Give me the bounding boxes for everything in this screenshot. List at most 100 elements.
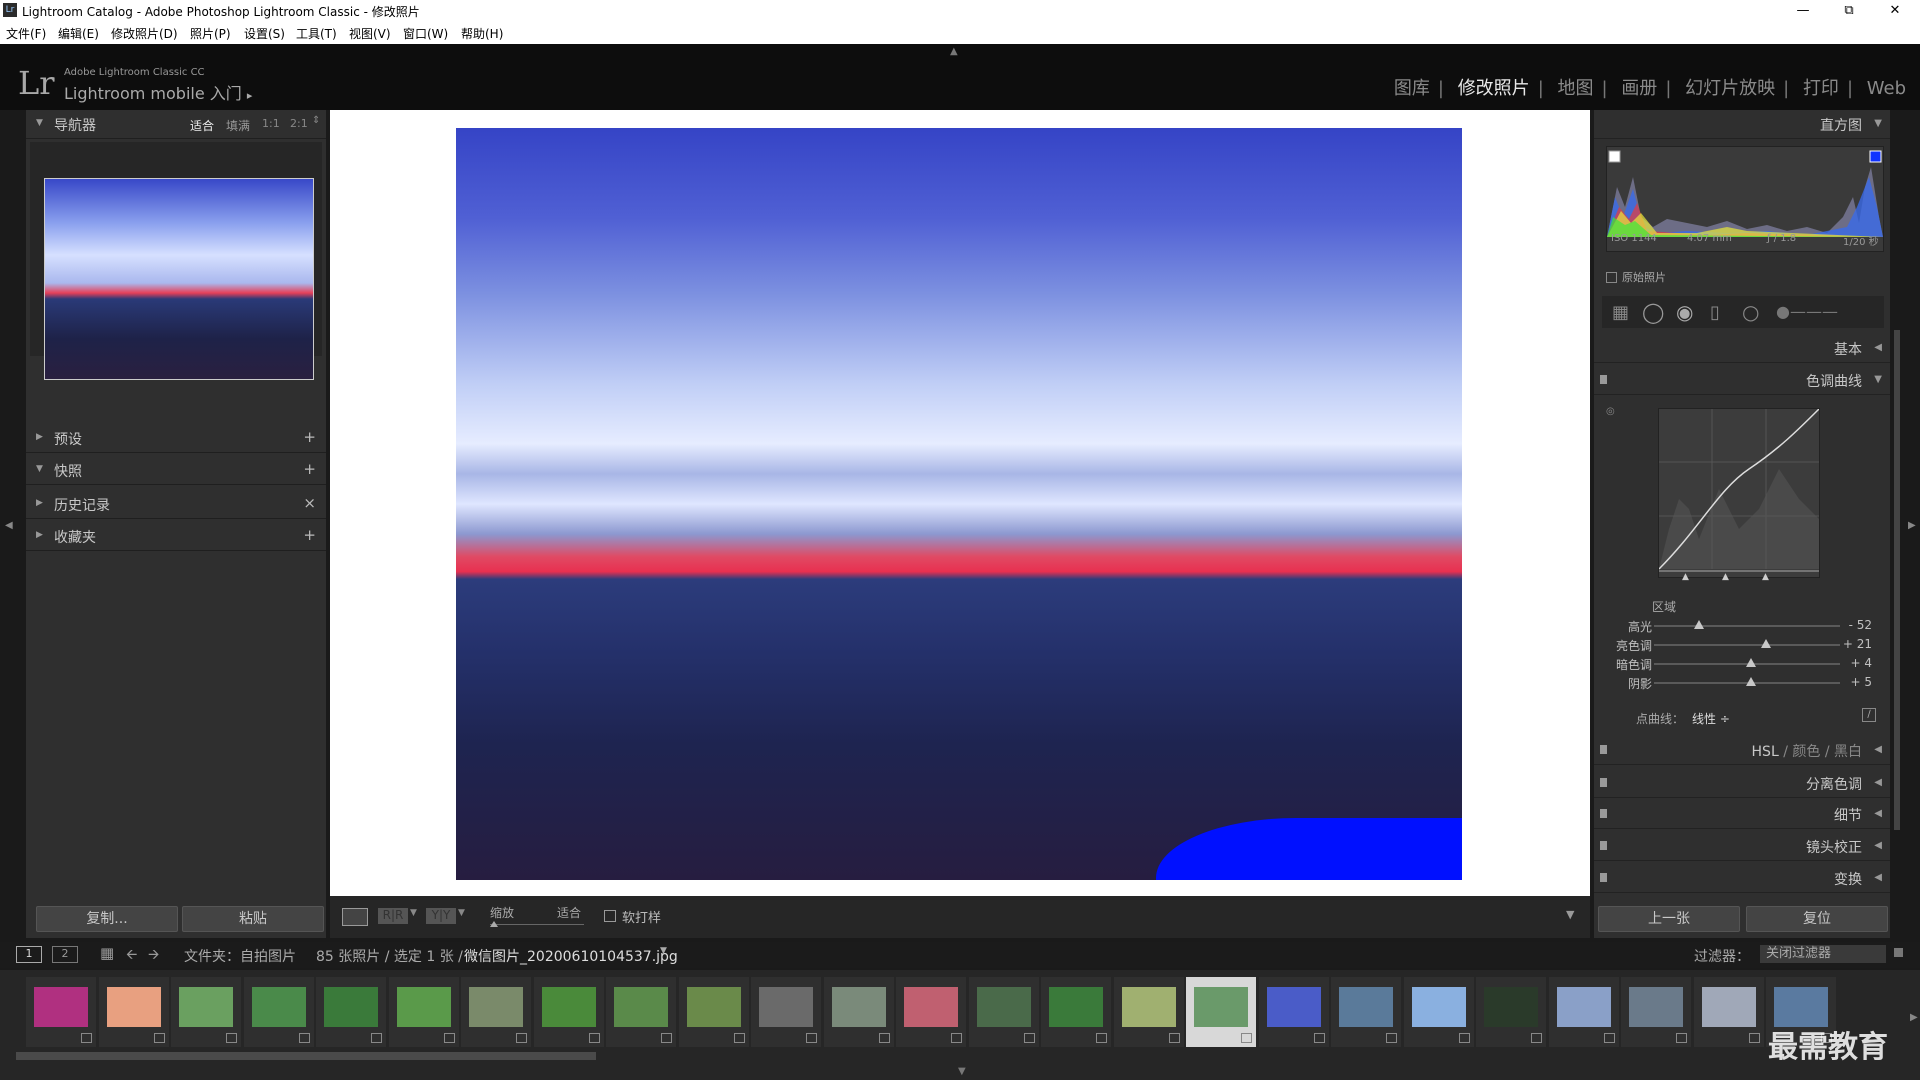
filmstrip-thumbnail[interactable] bbox=[461, 977, 531, 1047]
slider-knob[interactable] bbox=[1693, 620, 1704, 629]
panel-switch-icon[interactable] bbox=[1600, 778, 1607, 787]
filmstrip-scrollbar[interactable] bbox=[16, 1052, 596, 1060]
red-eye-icon[interactable]: ◉ bbox=[1676, 300, 1693, 324]
highlight-clip-warning-icon[interactable] bbox=[1869, 150, 1882, 163]
panel-switch-icon[interactable] bbox=[1600, 375, 1607, 384]
panel-switch-icon[interactable] bbox=[1600, 873, 1607, 882]
secondary-window-button[interactable]: 2 bbox=[52, 946, 78, 963]
panel-switch-icon[interactable] bbox=[1600, 841, 1607, 850]
spot-removal-icon[interactable]: ◯ bbox=[1642, 300, 1664, 324]
mobile-link[interactable]: Lightroom mobile 入门 ▸ bbox=[64, 80, 252, 104]
copy-button[interactable]: 复制... bbox=[36, 906, 178, 932]
previous-button[interactable]: 上一张 bbox=[1598, 906, 1740, 932]
filmstrip-thumbnail[interactable] bbox=[678, 977, 749, 1047]
filmstrip-thumbnail[interactable] bbox=[1621, 977, 1691, 1047]
navigator-thumbnail[interactable] bbox=[44, 178, 314, 380]
filmstrip-thumbnail[interactable] bbox=[1041, 977, 1111, 1047]
tone-curve-graph[interactable] bbox=[1658, 408, 1820, 578]
tab-color[interactable]: 颜色 bbox=[1792, 744, 1820, 760]
module-print[interactable]: 打印 bbox=[1803, 78, 1839, 99]
zoom-slider[interactable] bbox=[490, 924, 584, 925]
zoom-2-1[interactable]: 2:1 bbox=[290, 117, 308, 130]
filmstrip-thumbnail[interactable] bbox=[1476, 977, 1546, 1047]
split-toning-header[interactable]: 分离色调 ◀ bbox=[1594, 769, 1890, 798]
module-slideshow[interactable]: 幻灯片放映 bbox=[1685, 78, 1775, 99]
menu-help[interactable]: 帮助(H) bbox=[461, 25, 503, 42]
hsl-header[interactable]: HSL / 颜色 / 黑白 ◀ bbox=[1594, 736, 1890, 765]
module-develop[interactable]: 修改照片 bbox=[1458, 78, 1530, 99]
forward-arrow-icon[interactable]: 🡪 bbox=[148, 944, 159, 968]
filmstrip-scroll-right-icon[interactable]: ▶ bbox=[1910, 1012, 1918, 1023]
adjustment-brush-icon[interactable]: ●——— bbox=[1776, 302, 1838, 321]
add-collection-icon[interactable]: + bbox=[303, 526, 316, 544]
restore-icon[interactable]: ⧉ bbox=[1826, 0, 1872, 22]
split-handle-icon[interactable]: ▲ bbox=[1722, 572, 1729, 582]
filmstrip-thumbnail[interactable] bbox=[1403, 977, 1474, 1047]
chevron-down-icon[interactable]: ▼ bbox=[660, 946, 667, 956]
histogram[interactable]: ISO 1144 4.07 mm ƒ / 1.8 1/20 秒 bbox=[1606, 146, 1884, 252]
minimize-icon[interactable]: — bbox=[1780, 0, 1826, 22]
menu-develop[interactable]: 修改照片(D) bbox=[111, 25, 178, 42]
filmstrip-thumbnail[interactable] bbox=[1693, 977, 1764, 1047]
tab-hsl[interactable]: HSL bbox=[1752, 744, 1779, 760]
graduated-filter-icon[interactable]: ▯ bbox=[1710, 302, 1720, 323]
filmstrip-thumbnail[interactable] bbox=[968, 977, 1039, 1047]
right-panel-toggle-icon[interactable]: ▶ bbox=[1908, 520, 1916, 531]
grid-view-icon[interactable]: ▦ bbox=[100, 944, 114, 962]
filmstrip-thumbnail[interactable] bbox=[26, 977, 96, 1047]
filmstrip-thumbnail[interactable] bbox=[533, 977, 604, 1047]
loupe-view-icon[interactable] bbox=[342, 908, 368, 926]
radial-filter-icon[interactable]: ○ bbox=[1742, 300, 1759, 324]
module-book[interactable]: 画册 bbox=[1621, 78, 1657, 99]
menu-file[interactable]: 文件(F) bbox=[6, 25, 46, 42]
slider-value[interactable]: + 21 bbox=[1843, 637, 1872, 651]
slider-value[interactable]: - 52 bbox=[1849, 618, 1872, 632]
filmstrip-thumbnail[interactable] bbox=[316, 977, 386, 1047]
slider-darks[interactable]: 暗色调 + 4 bbox=[1594, 654, 1884, 672]
back-arrow-icon[interactable]: 🡨 bbox=[126, 944, 137, 968]
slider-knob[interactable] bbox=[1745, 677, 1756, 686]
filmstrip-thumbnail[interactable] bbox=[98, 977, 169, 1047]
right-panel-scrollbar[interactable] bbox=[1894, 330, 1900, 830]
slider-value[interactable]: + 5 bbox=[1850, 675, 1872, 689]
crop-tool-icon[interactable]: ▦ bbox=[1612, 302, 1629, 323]
module-library[interactable]: 图库 bbox=[1394, 78, 1430, 99]
menu-settings[interactable]: 设置(S) bbox=[244, 25, 285, 42]
panel-switch-icon[interactable] bbox=[1600, 745, 1607, 754]
presets-header[interactable]: ▶ 预设 + bbox=[26, 424, 326, 453]
original-photo-checkbox[interactable] bbox=[1606, 272, 1617, 283]
tone-curve-header[interactable]: 色调曲线 ▼ bbox=[1594, 366, 1890, 395]
point-curve-select[interactable]: 线性 ÷ bbox=[1692, 710, 1730, 727]
reset-button[interactable]: 复位 bbox=[1746, 906, 1888, 932]
close-icon[interactable]: ✕ bbox=[1872, 0, 1918, 22]
slider-shadows[interactable]: 阴影 + 5 bbox=[1594, 673, 1884, 691]
filmstrip-thumbnail[interactable] bbox=[896, 977, 966, 1047]
histogram-header[interactable]: 直方图 ▼ bbox=[1594, 110, 1890, 139]
targeted-adjustment-icon[interactable]: ◎ bbox=[1606, 406, 1615, 417]
split-handle-icon[interactable]: ▲ bbox=[1762, 572, 1769, 582]
menu-photo[interactable]: 照片(P) bbox=[190, 25, 231, 42]
filmstrip-thumbnail[interactable] bbox=[388, 977, 459, 1047]
filmstrip-thumbnail[interactable] bbox=[751, 977, 821, 1047]
zoom-stepper-icon[interactable]: ⇕ bbox=[312, 115, 320, 126]
split-handle-icon[interactable]: ▲ bbox=[1682, 572, 1689, 582]
filename[interactable]: 微信图片_20200610104537.jpg bbox=[464, 946, 678, 966]
filmstrip-thumbnail[interactable] bbox=[1548, 977, 1619, 1047]
panel-switch-icon[interactable] bbox=[1600, 809, 1607, 818]
zoom-fit[interactable]: 适合 bbox=[190, 117, 214, 134]
filmstrip-thumbnail[interactable] bbox=[243, 977, 314, 1047]
basic-header[interactable]: 基本 ◀ bbox=[1594, 334, 1890, 363]
yy-compare-icon[interactable]: Y|Y bbox=[426, 908, 456, 924]
zoom-1-1[interactable]: 1:1 bbox=[262, 117, 280, 130]
add-snapshot-icon[interactable]: + bbox=[303, 460, 316, 478]
toolbar-menu-chevron-icon[interactable]: ▼ bbox=[1566, 908, 1574, 921]
navigator-header[interactable]: ▼ 导航器 适合 填满 1:1 2:1 ⇕ bbox=[26, 110, 326, 139]
menu-tools[interactable]: 工具(T) bbox=[296, 25, 337, 42]
filmstrip-thumbnail[interactable] bbox=[1331, 977, 1401, 1047]
shadow-clip-warning-icon[interactable] bbox=[1608, 150, 1621, 163]
menu-view[interactable]: 视图(V) bbox=[349, 25, 391, 42]
before-after-icon[interactable]: R|R bbox=[378, 908, 408, 924]
filter-select[interactable]: 关闭过滤器 bbox=[1760, 945, 1886, 963]
tab-bw[interactable]: 黑白 bbox=[1834, 744, 1862, 760]
chevron-down-icon[interactable]: ▼ bbox=[410, 908, 417, 918]
